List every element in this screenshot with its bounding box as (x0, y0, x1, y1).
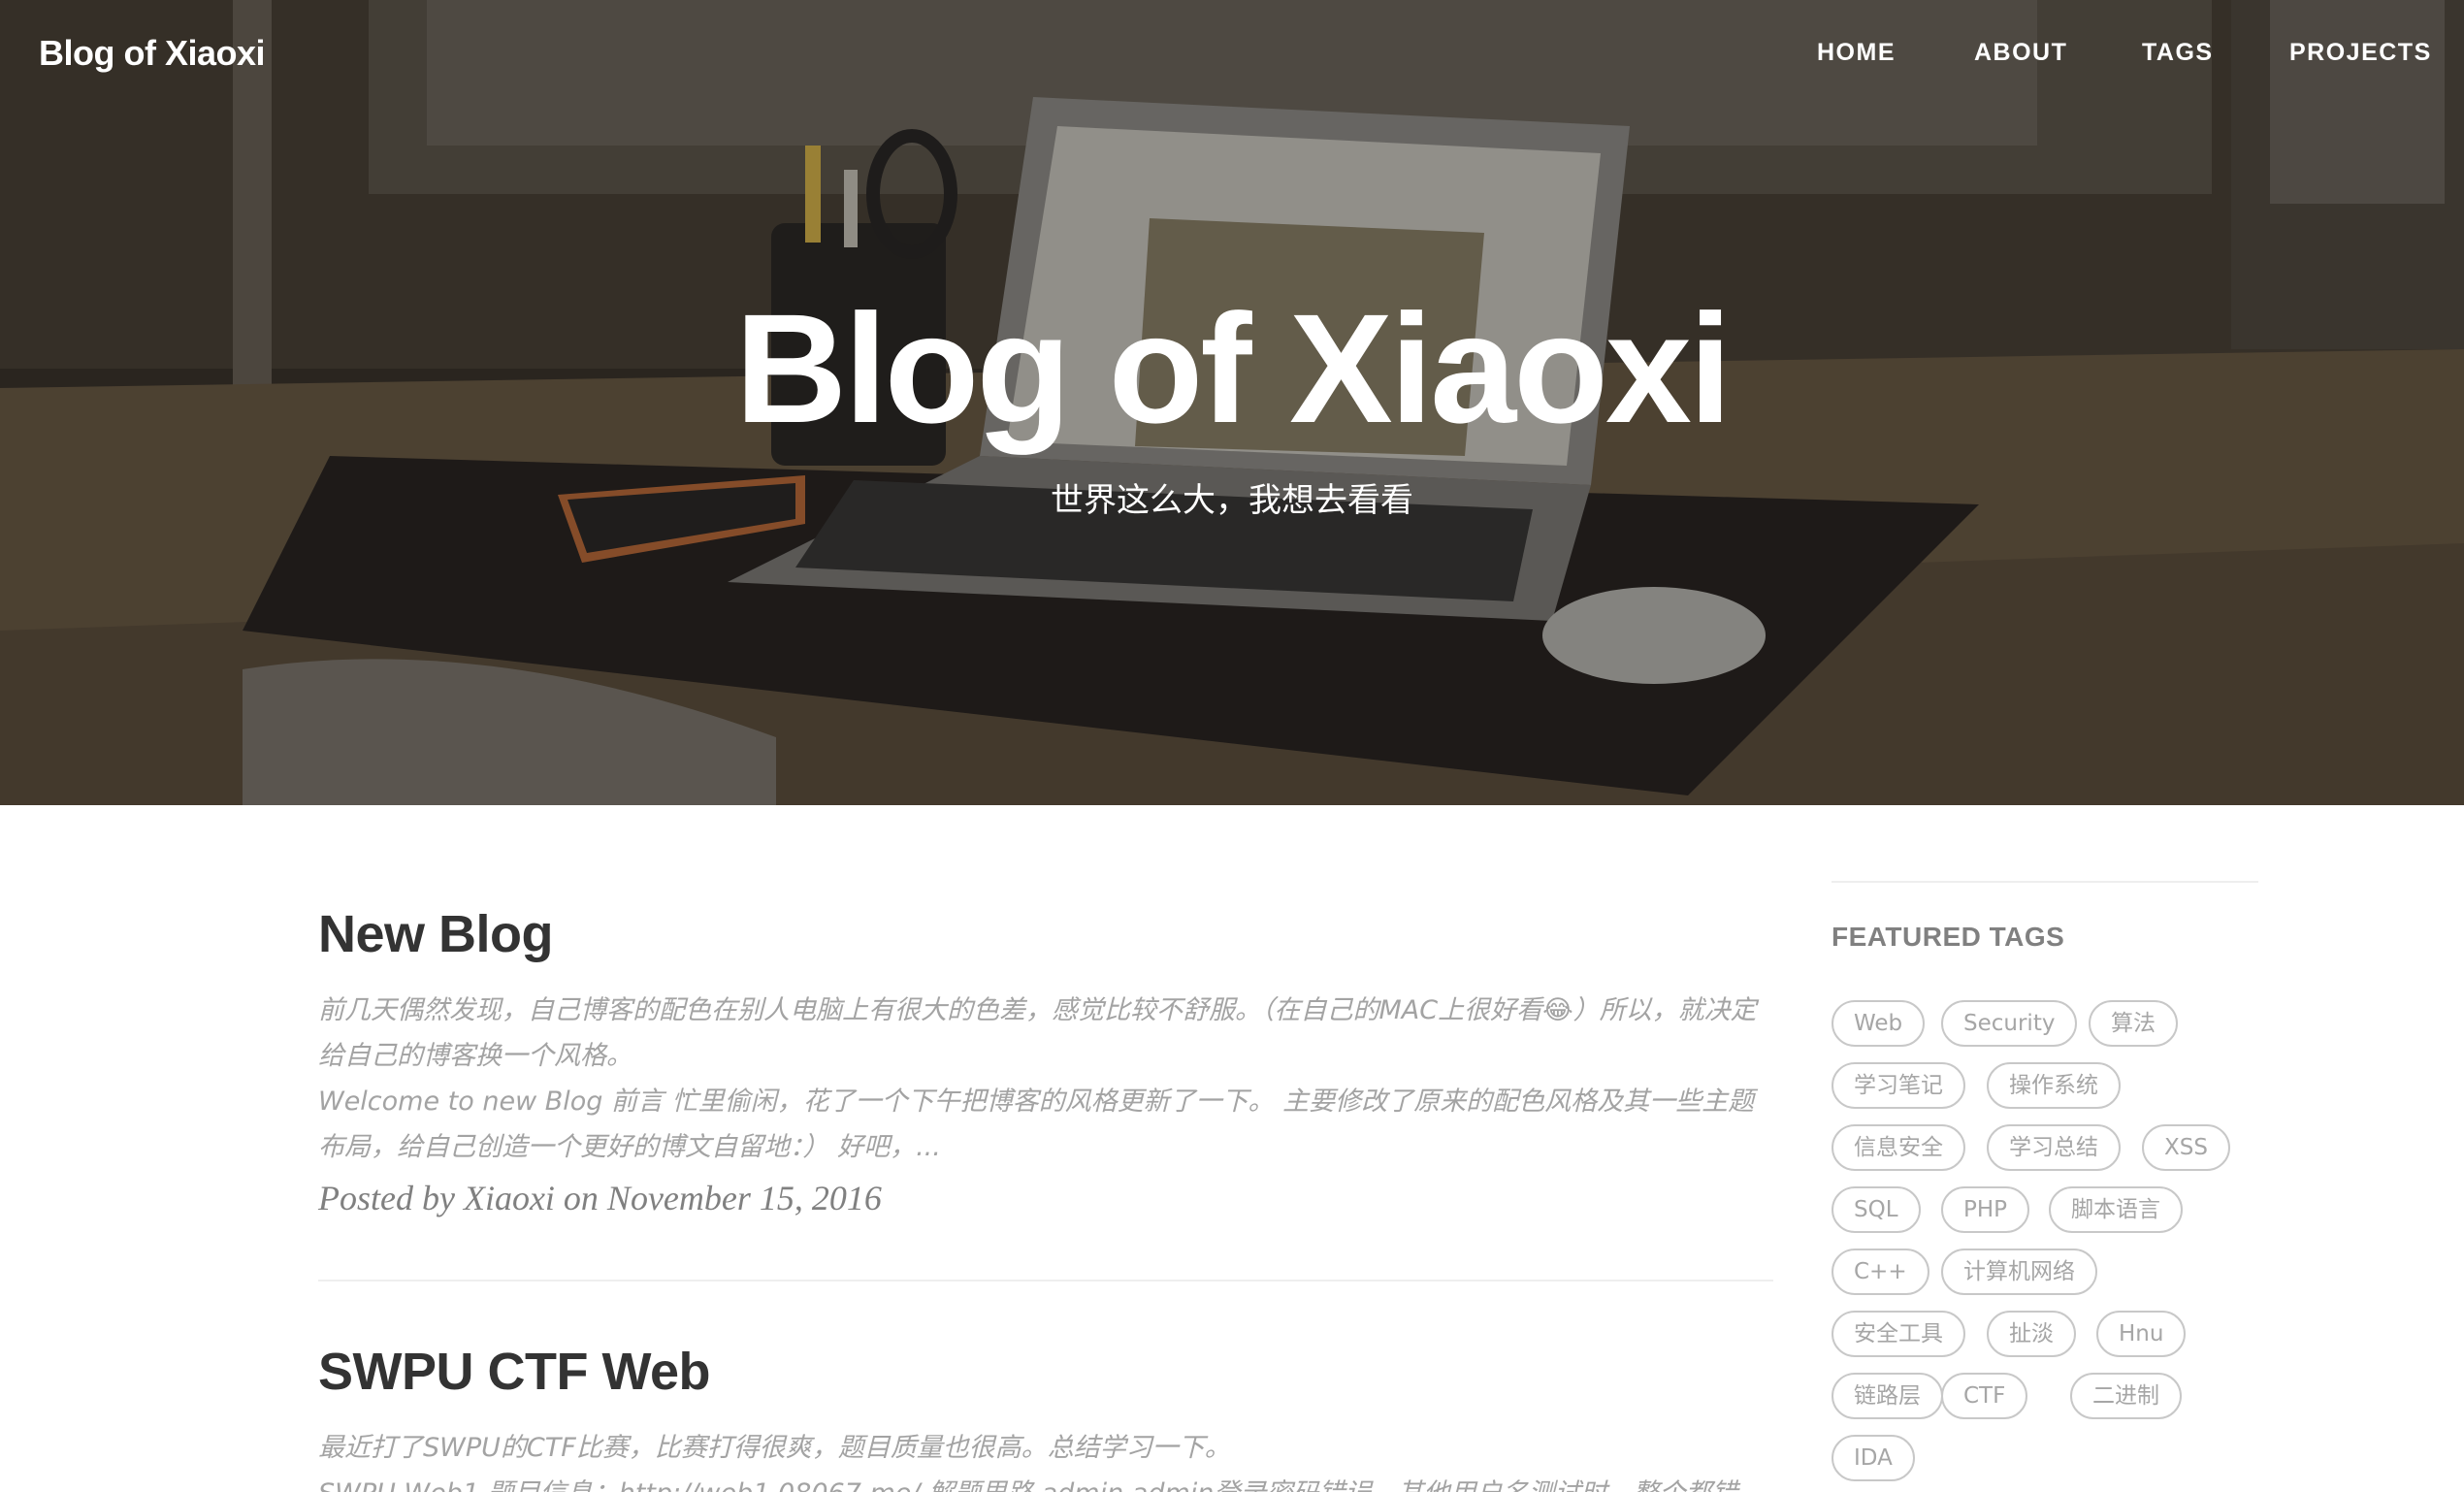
hero-header: Blog of Xiaoxi HOME ABOUT TAGS PROJECTS … (0, 0, 2464, 805)
post-excerpt-line: 最近打了SWPU的CTF比赛，比赛打得很爽，题目质量也很高。总结学习一下。 (318, 1433, 1231, 1463)
tag-link[interactable]: 学习笔记 (1832, 1062, 1965, 1109)
tag-link[interactable]: 计算机网络 (1941, 1249, 2097, 1295)
tag-link[interactable]: PHP (1941, 1186, 2030, 1233)
tag-link[interactable]: 脚本语言 (2049, 1186, 2183, 1233)
tag-link[interactable]: 链路层 (1832, 1373, 1943, 1419)
post-meta: Posted by Xiaoxi on November 15, 2016 (318, 1179, 882, 1217)
brand-logo-link[interactable]: Blog of Xiaoxi (39, 33, 266, 74)
tag-link[interactable]: 扯淡 (1987, 1311, 2076, 1357)
post-excerpt-line: Welcome to new Blog 前言 忙里偷闲，花了一个下午把博客的风格… (318, 1087, 1755, 1162)
tag-link[interactable]: Security (1941, 1000, 2078, 1047)
nav-about[interactable]: ABOUT (1974, 39, 2067, 67)
tag-link[interactable]: 学习总结 (1987, 1124, 2121, 1171)
post-preview[interactable]: New Blog 前几天偶然发现，自己博客的配色在别人电脑上有很大的色差，感觉比… (318, 904, 1773, 1218)
post-excerpt[interactable]: 前几天偶然发现，自己博客的配色在别人电脑上有很大的色差，感觉比较不舒服。（在自己… (318, 988, 1773, 1170)
post-divider (318, 1280, 1773, 1281)
tag-link[interactable]: SQL (1832, 1186, 1921, 1233)
tag-link[interactable]: CTF (1941, 1373, 2028, 1419)
post-title[interactable]: New Blog (318, 904, 1773, 964)
nav-home[interactable]: HOME (1817, 39, 1896, 67)
tag-link[interactable]: 信息安全 (1832, 1124, 1965, 1171)
nav-tags[interactable]: TAGS (2142, 39, 2214, 67)
navbar: Blog of Xiaoxi HOME ABOUT TAGS PROJECTS (0, 0, 2464, 109)
post-excerpt-line: 前几天偶然发现，自己博客的配色在别人电脑上有很大的色差，感觉比较不舒服。（在自己… (318, 995, 1757, 1071)
featured-tags-heading: FEATURED TAGS (1832, 922, 2065, 952)
nav-projects[interactable]: PROJECTS (2289, 39, 2432, 67)
hero-subtitle: 世界这么大，我想去看看 (1051, 481, 1413, 520)
tag-link[interactable]: IDA (1832, 1435, 1915, 1481)
tag-link[interactable]: 算法 (2089, 1000, 2178, 1047)
tag-link[interactable]: 操作系统 (1987, 1062, 2121, 1109)
tag-link[interactable]: 二进制 (2070, 1373, 2182, 1419)
post-excerpt[interactable]: 最近打了SWPU的CTF比赛，比赛打得很爽，题目质量也很高。总结学习一下。 SW… (318, 1425, 1773, 1492)
tag-link[interactable]: 安全工具 (1832, 1311, 1965, 1357)
tag-link[interactable]: C++ (1832, 1249, 1929, 1295)
post-preview[interactable]: SWPU CTF Web 最近打了SWPU的CTF比赛，比赛打得很爽，题目质量也… (318, 1342, 1773, 1492)
tag-link[interactable]: Hnu (2096, 1311, 2187, 1357)
sidebar-divider (1832, 881, 2258, 883)
hero-title: Blog of Xiaoxi (734, 281, 1733, 455)
tag-link[interactable]: XSS (2142, 1124, 2230, 1171)
post-excerpt-line: SWPU Web1 题目信息：http://web1.08067.me/ 解题思… (318, 1471, 1773, 1492)
tag-link[interactable]: Web (1832, 1000, 1926, 1047)
post-title[interactable]: SWPU CTF Web (318, 1342, 1773, 1402)
